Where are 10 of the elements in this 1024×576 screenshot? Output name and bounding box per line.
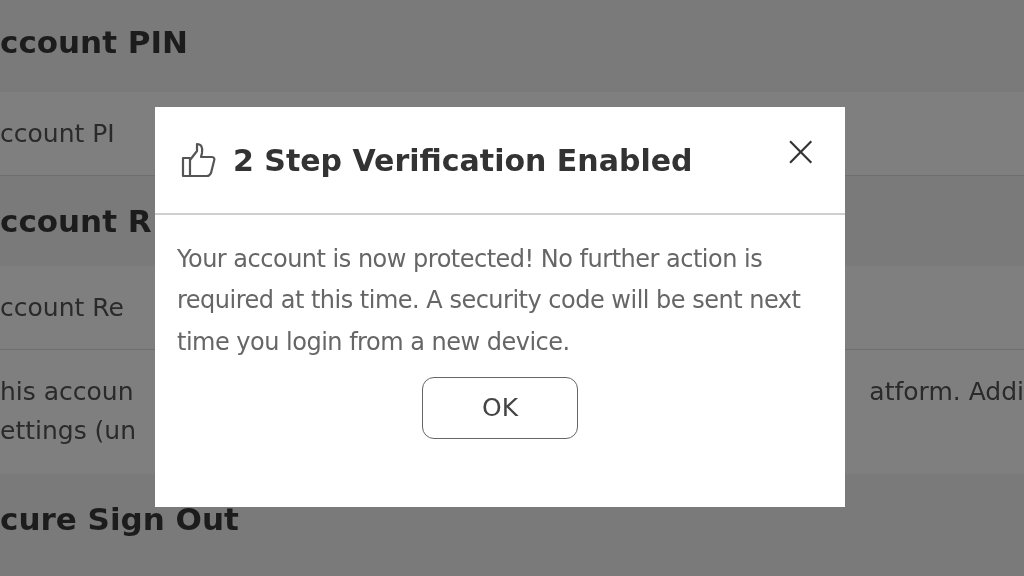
row-label: ccount PI: [0, 117, 115, 150]
dialog-title: 2 Step Verification Enabled: [233, 141, 694, 180]
dialog-message: Your account is now protected! No further action is required at this time. A security code will be sent next time you login from a new device.: [177, 243, 802, 358]
info-text: atform. Addi: [869, 376, 1024, 408]
section-heading: ccount PIN: [0, 22, 188, 62]
section-heading: cure Sign Out: [0, 499, 239, 539]
info-text: ettings (un: [0, 415, 137, 447]
section-heading: ccount R: [0, 201, 152, 241]
row-label: ccount Re: [0, 291, 124, 324]
info-text: his accoun: [0, 376, 134, 408]
